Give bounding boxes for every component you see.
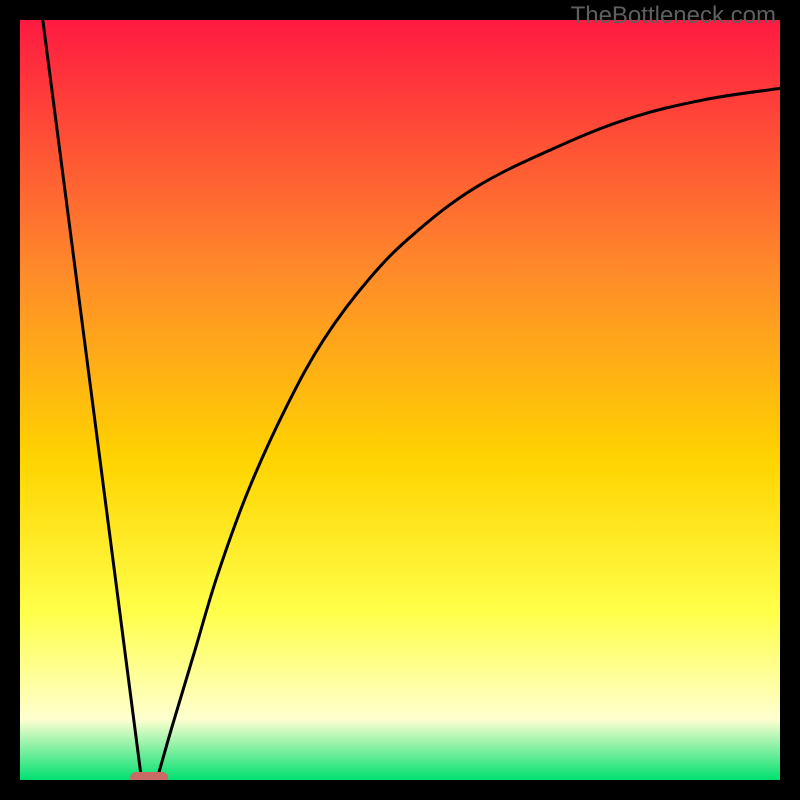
bottleneck-chart bbox=[20, 20, 780, 780]
chart-frame bbox=[20, 20, 780, 780]
optimal-marker bbox=[130, 772, 168, 780]
watermark-text: TheBottleneck.com bbox=[571, 2, 776, 30]
gradient-background bbox=[20, 20, 780, 780]
